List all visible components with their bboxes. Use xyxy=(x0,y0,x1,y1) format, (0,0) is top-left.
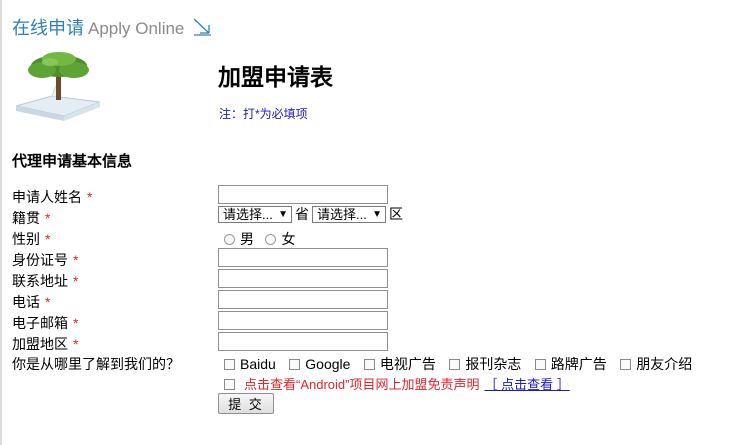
required-mark: * xyxy=(87,189,93,205)
gender-male-radio[interactable] xyxy=(224,234,235,245)
name-input[interactable] xyxy=(218,185,388,204)
region-input[interactable] xyxy=(218,332,388,351)
email-label: 电子邮箱 * xyxy=(12,315,79,331)
source-label: 你是从哪里了解到我们的？ xyxy=(12,356,180,372)
row-phone: 电话 * xyxy=(12,290,756,311)
source-friend-checkbox[interactable] xyxy=(620,359,632,370)
row-source: 你是从哪里了解到我们的？ Baidu Google 电视广告 报刊杂志 路牌广告… xyxy=(12,352,756,373)
id-number-label: 身份证号 * xyxy=(12,252,79,268)
header-title-cn: 在线申请 xyxy=(12,18,84,38)
row-email: 电子邮箱 * xyxy=(12,311,756,332)
required-mark: * xyxy=(73,273,79,289)
dropdown-arrow-icon: ▼ xyxy=(278,209,288,220)
source-friend-label: 朋友介绍 xyxy=(636,356,693,372)
header-title-en: Apply Online xyxy=(88,19,185,38)
province-select[interactable]: 请选择... ▼ xyxy=(218,206,292,223)
required-mark: * xyxy=(45,294,51,310)
origin-label: 籍贯 * xyxy=(12,210,51,226)
row-consent: 点击查看“Android”项目网上加盟免责声明 ［ 点击查看 ］ xyxy=(12,374,756,395)
address-label: 联系地址 * xyxy=(12,273,79,289)
submit-button[interactable]: 提 交 xyxy=(218,393,274,414)
row-gender: 性别 * 男 女 xyxy=(12,227,756,248)
gender-female-label: 女 xyxy=(281,231,296,247)
required-mark: * xyxy=(45,210,51,226)
required-mark: * xyxy=(73,336,79,352)
page-header: 在线申请 Apply Online xyxy=(12,14,212,38)
required-mark: * xyxy=(73,315,79,331)
row-address: 联系地址 * xyxy=(12,269,756,290)
dropdown-arrow-icon: ▼ xyxy=(372,209,382,220)
source-tv-label: 电视广告 xyxy=(379,356,436,372)
source-baidu-label: Baidu xyxy=(240,356,276,372)
row-region: 加盟地区 * xyxy=(12,332,756,353)
consent-view-link[interactable]: ［ 点击查看 ］ xyxy=(484,377,569,392)
form-title: 加盟申请表 xyxy=(218,64,333,90)
consent-checkbox[interactable] xyxy=(224,379,235,390)
province-suffix: 省 xyxy=(295,206,309,222)
consent-text: 点击查看“Android”项目网上加盟免责声明 xyxy=(244,377,480,392)
name-label: 申请人姓名 * xyxy=(12,189,93,205)
row-origin: 籍贯 * 请选择... ▼ 省请选择... ▼ 区 xyxy=(12,206,756,227)
source-press-label: 报刊杂志 xyxy=(465,356,522,372)
arrow-down-right-icon xyxy=(193,18,212,36)
required-mark: * xyxy=(45,231,51,247)
source-baidu-checkbox[interactable] xyxy=(224,359,235,370)
source-billboard-checkbox[interactable] xyxy=(534,359,546,370)
gender-female-radio[interactable] xyxy=(265,234,277,245)
row-id-number: 身份证号 * xyxy=(12,248,756,269)
source-google-label: Google xyxy=(305,356,351,372)
district-suffix: 区 xyxy=(389,206,403,222)
region-label: 加盟地区 * xyxy=(12,336,79,352)
source-billboard-label: 路牌广告 xyxy=(550,356,607,372)
id-number-input[interactable] xyxy=(218,248,388,267)
email-input[interactable] xyxy=(218,311,388,330)
section-title: 代理申请基本信息 xyxy=(12,153,133,170)
tree-book-logo xyxy=(15,52,101,121)
phone-input[interactable] xyxy=(218,290,388,309)
gender-label: 性别 * xyxy=(12,231,51,247)
source-press-checkbox[interactable] xyxy=(449,359,461,370)
source-google-checkbox[interactable] xyxy=(289,359,301,370)
address-input[interactable] xyxy=(218,269,388,288)
required-note: 注：打*为必填项 xyxy=(219,107,308,121)
district-select[interactable]: 请选择... ▼ xyxy=(312,206,386,223)
gender-male-label: 男 xyxy=(240,231,254,247)
left-border xyxy=(0,0,2,445)
phone-label: 电话 * xyxy=(12,294,51,310)
source-tv-checkbox[interactable] xyxy=(363,359,375,370)
required-mark: * xyxy=(73,252,79,268)
row-name: 申请人姓名 * xyxy=(12,185,756,206)
